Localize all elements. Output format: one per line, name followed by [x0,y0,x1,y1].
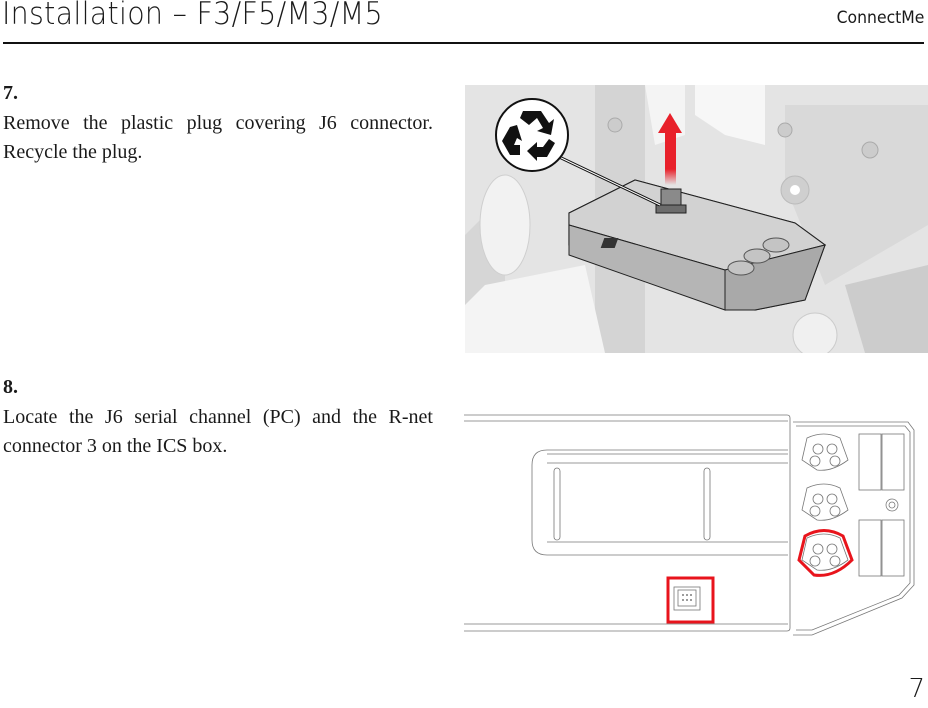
step-7-illustration [465,85,928,353]
page-title: Installation – F3/F5/M3/M5 [2,0,383,32]
step-7-text: Remove the plastic plug covering J6 conn… [3,112,433,163]
step-8-text: Locate the J6 serial channel (PC) and th… [3,406,433,457]
rnet-connector-3-highlight [797,529,854,577]
brand-name: ConnectMe [836,8,924,28]
ics-box-top-view [464,414,915,636]
page-number: 7 [908,674,925,704]
header-divider [3,42,924,44]
plug-removal-drawing [465,85,928,353]
recycle-icon [495,98,569,172]
step-8-illustration [462,390,928,640]
step-8-number: 8. [3,376,18,398]
step-7-number: 7. [3,82,18,104]
